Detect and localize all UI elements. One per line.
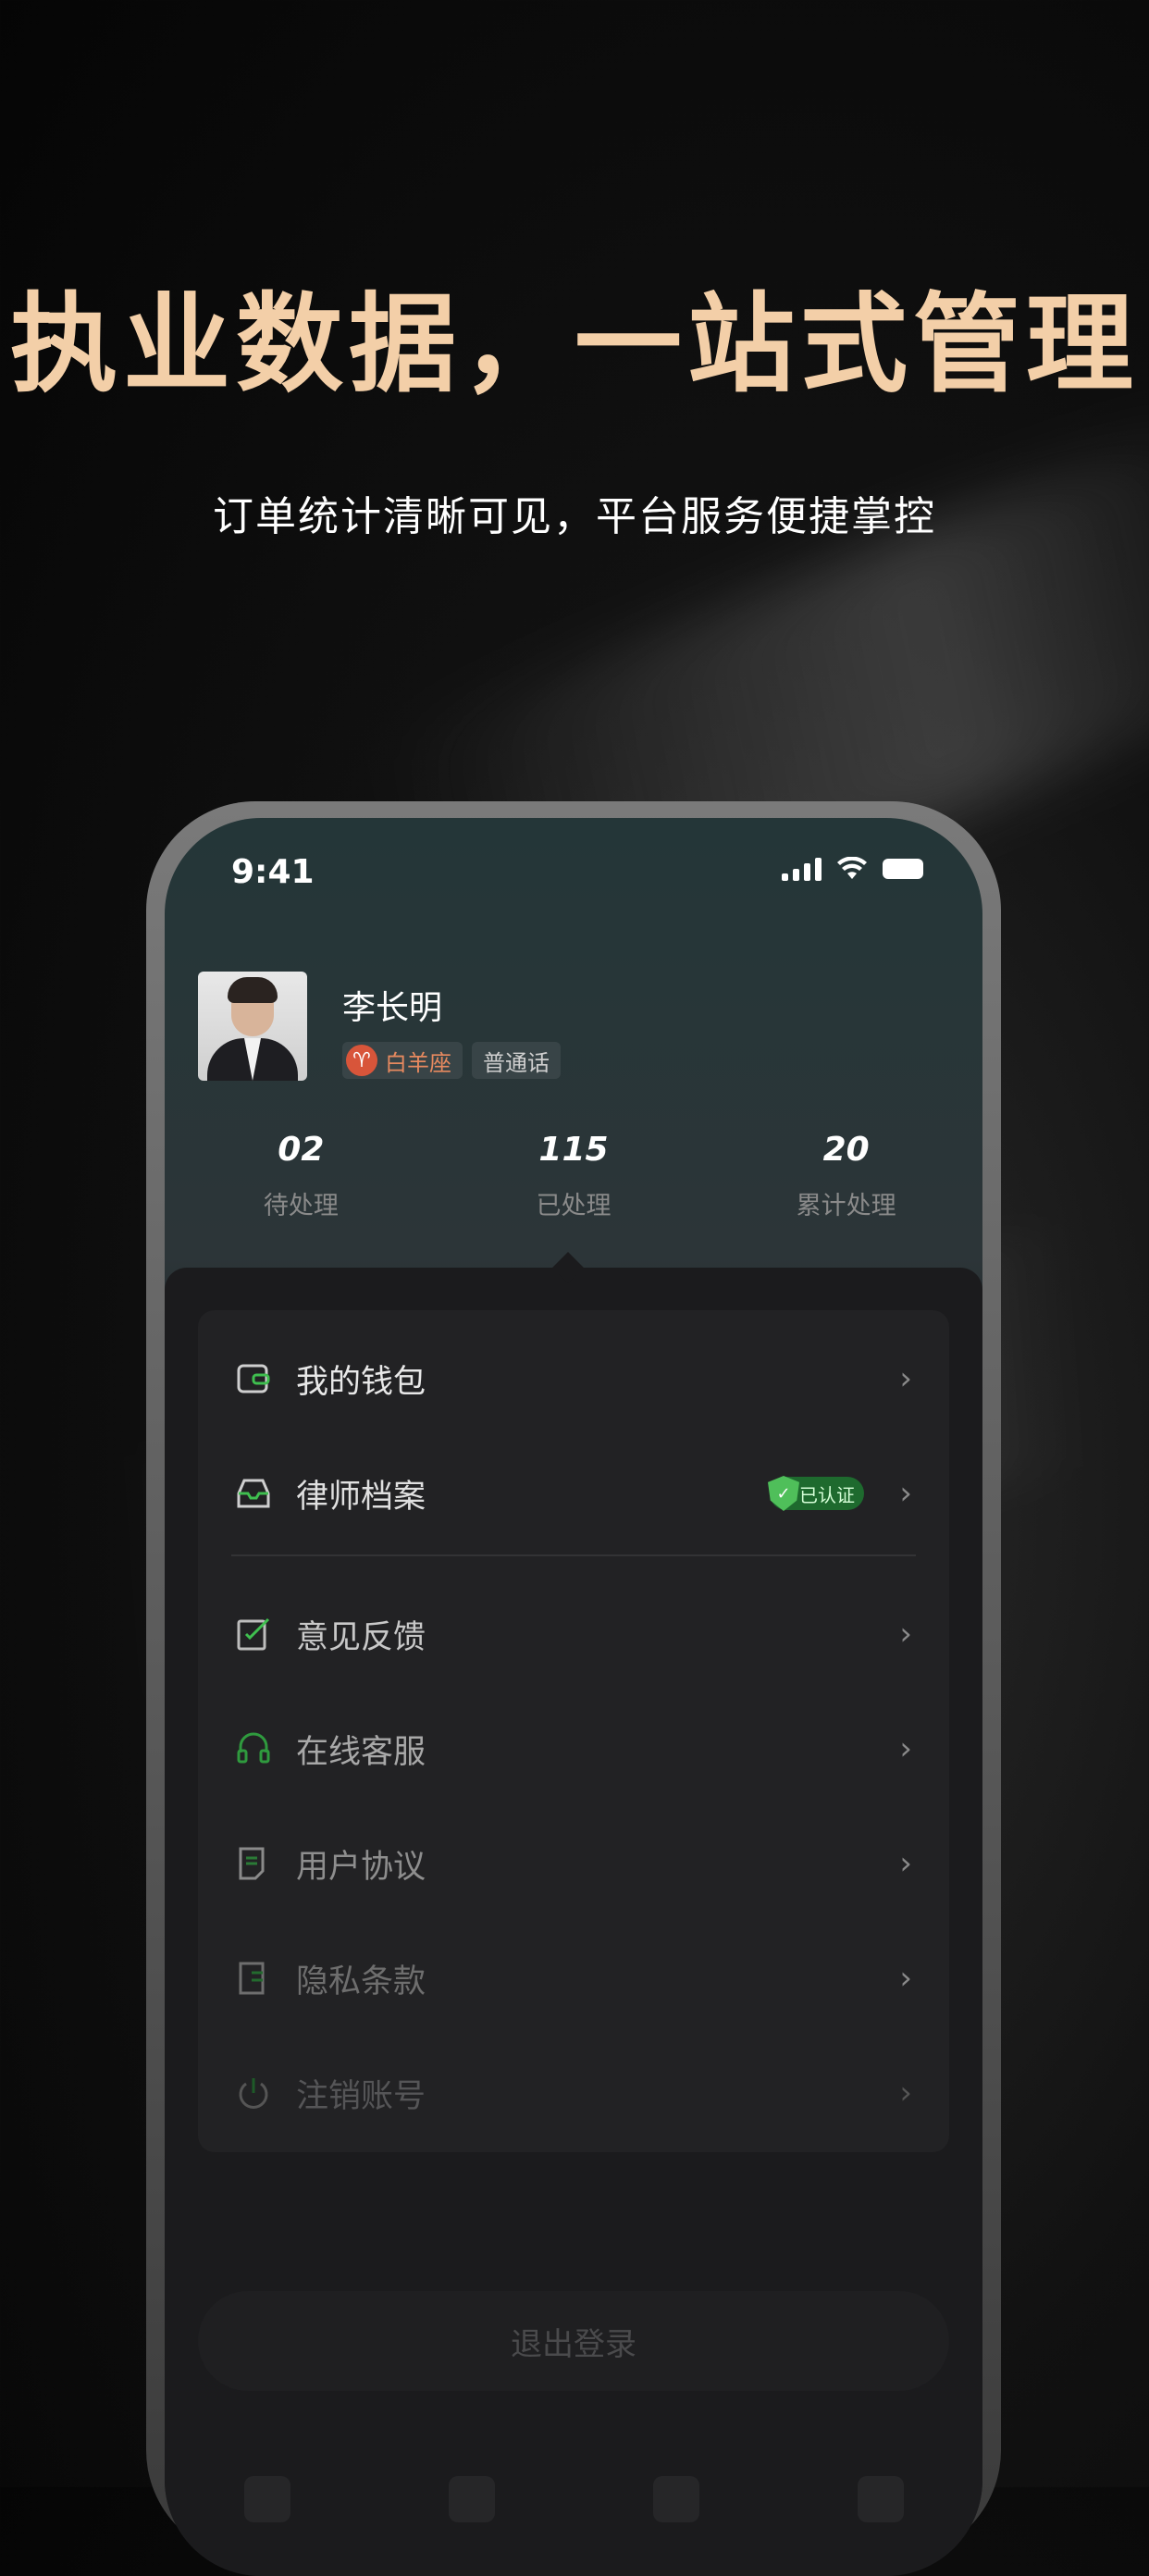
- document-icon: [239, 1847, 265, 1880]
- logout-button[interactable]: 退出登录: [198, 2291, 949, 2391]
- chevron-right-icon: ›: [899, 1616, 912, 1653]
- signal-icon: [782, 857, 822, 881]
- stat-processed[interactable]: 115 已处理: [438, 1131, 710, 1221]
- menu-panel: 我的钱包 › 律师档案 ✓ 已认证 › 意见反馈 › 在线客服 › 用户协议 ›…: [165, 1252, 982, 2576]
- stat-value: 115: [538, 1131, 609, 1169]
- edit-note-icon: [237, 1617, 270, 1651]
- menu-item-feedback[interactable]: 意见反馈 ›: [198, 1588, 949, 1680]
- zodiac-tag: ♈ 白羊座: [342, 1042, 463, 1079]
- power-icon: [239, 2078, 268, 2109]
- chevron-right-icon: ›: [899, 1845, 912, 1882]
- privacy-document-icon: [239, 1962, 265, 1995]
- profile-name: 李长明: [342, 989, 443, 1027]
- stat-pending[interactable]: 02 待处理: [165, 1131, 438, 1221]
- status-icons: [782, 857, 923, 881]
- hero-subtitle: 订单统计清晰可见，平台服务便捷掌控: [213, 493, 936, 540]
- headset-icon: [237, 1732, 270, 1764]
- avatar[interactable]: [198, 972, 307, 1081]
- stat-total[interactable]: 20 累计处理: [710, 1131, 982, 1221]
- phone-screen: 9:41 李长明 ♈ 白羊座 普通话 02 待处理 115 已处理 20 累计处…: [165, 818, 982, 2576]
- phone-frame: 9:41 李长明 ♈ 白羊座 普通话 02 待处理 115 已处理 20 累计处…: [146, 801, 1001, 2576]
- divider: [231, 1554, 916, 1556]
- wifi-icon: [837, 857, 867, 879]
- menu-label: 意见反馈: [296, 1618, 426, 1656]
- menu-item-user-agreement[interactable]: 用户协议 ›: [198, 1817, 949, 1910]
- stat-value: 20: [822, 1131, 870, 1169]
- menu-item-cancel-account[interactable]: 注销账号 ›: [198, 2047, 949, 2139]
- chevron-right-icon: ›: [899, 1730, 912, 1767]
- menu-item-wallet[interactable]: 我的钱包 ›: [198, 1332, 949, 1425]
- menu-label: 隐私条款: [296, 1963, 426, 2000]
- menu-card: 我的钱包 › 律师档案 ✓ 已认证 › 意见反馈 › 在线客服 › 用户协议 ›…: [198, 1310, 949, 2152]
- stat-value: 02: [278, 1131, 325, 1169]
- menu-label: 我的钱包: [296, 1363, 426, 1401]
- tab-bar: [165, 2476, 982, 2569]
- menu-label: 注销账号: [296, 2077, 426, 2115]
- tab-profile[interactable]: [857, 2476, 904, 2522]
- menu-item-lawyer-profile[interactable]: 律师档案 ✓ 已认证 ›: [198, 1447, 949, 1540]
- stat-label: 已处理: [536, 1192, 612, 1220]
- menu-label: 用户协议: [296, 1848, 426, 1886]
- shield-check-icon: ✓: [768, 1476, 799, 1511]
- menu-item-privacy[interactable]: 隐私条款 ›: [198, 1932, 949, 2025]
- tab-home[interactable]: [243, 2476, 290, 2522]
- menu-item-customer-service[interactable]: 在线客服 ›: [198, 1703, 949, 1795]
- chevron-right-icon: ›: [899, 1360, 912, 1397]
- hero-title: 执业数据，一站式管理: [10, 282, 1139, 407]
- zodiac-label: 白羊座: [385, 1049, 451, 1076]
- verified-label: 已认证: [799, 1483, 855, 1506]
- profile-header[interactable]: 李长明 ♈ 白羊座 普通话: [198, 972, 561, 1081]
- tab-messages[interactable]: [652, 2476, 699, 2522]
- battery-icon: [883, 859, 923, 879]
- stat-label: 累计处理: [796, 1192, 896, 1220]
- tab-orders[interactable]: [448, 2476, 495, 2522]
- inbox-icon: [237, 1479, 270, 1508]
- stat-label: 待处理: [263, 1192, 339, 1220]
- chevron-right-icon: ›: [899, 1960, 912, 1997]
- menu-label: 在线客服: [296, 1733, 426, 1771]
- aries-icon: ♈: [346, 1045, 377, 1076]
- chevron-right-icon: ›: [899, 1475, 912, 1512]
- status-time: 9:41: [231, 853, 315, 891]
- panel-pointer: [552, 1252, 584, 1283]
- stats-row: 02 待处理 115 已处理 20 累计处理: [165, 1131, 982, 1221]
- chevron-right-icon: ›: [899, 2074, 912, 2112]
- menu-label: 律师档案: [296, 1478, 426, 1516]
- verified-badge: ✓ 已认证: [768, 1476, 864, 1511]
- language-tag: 普通话: [472, 1042, 561, 1079]
- wallet-icon: [237, 1364, 270, 1393]
